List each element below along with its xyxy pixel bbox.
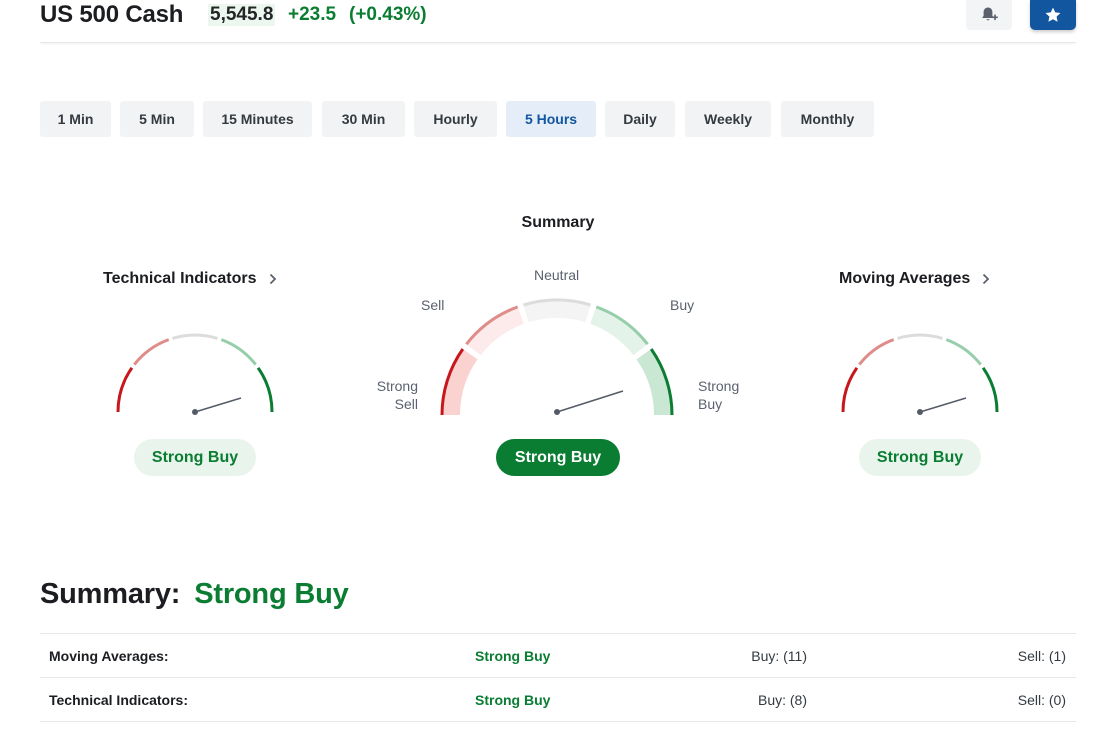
chevron-right-icon	[982, 273, 990, 285]
row-sell-count: Sell: (1)	[1017, 648, 1066, 664]
gauge-arc-neutral	[172, 333, 218, 340]
instrument-header: US 500 Cash 5,545.8 +23.5 (+0.43%)	[40, 0, 1076, 43]
gauge-needle	[194, 397, 242, 413]
gauge-arc-strong-buy	[981, 366, 999, 413]
technical-indicators-title: Technical Indicators	[103, 270, 257, 287]
summary-heading-value: Strong Buy	[194, 578, 349, 610]
row-buy-count: Buy: (8)	[757, 692, 807, 708]
tab-daily[interactable]: Daily	[605, 101, 675, 137]
add-to-watchlist-button[interactable]	[1030, 0, 1076, 30]
add-alert-button[interactable]	[966, 0, 1012, 30]
instrument-title: US 500 Cash	[40, 1, 184, 28]
price-change: +23.5	[288, 4, 337, 25]
technical-indicators-link[interactable]: Technical Indicators	[103, 270, 277, 288]
summary-gauge-title: Summary	[521, 214, 595, 231]
price-change-percent: (+0.43%)	[349, 4, 427, 25]
gauge-band-sell	[466, 306, 524, 356]
gauge-pivot	[554, 409, 560, 415]
tab-monthly[interactable]: Monthly	[781, 101, 874, 137]
moving-averages-result: Strong Buy	[859, 439, 981, 476]
gauge-label-strong-sell: Strong Sell	[374, 377, 418, 413]
moving-averages-link[interactable]: Moving Averages	[839, 270, 990, 288]
row-buy-count: Buy: (11)	[751, 648, 807, 664]
gauge-label-strong-sell-line2: Sell	[394, 396, 418, 412]
gauge-label-strong-sell-line1: Strong	[376, 378, 418, 394]
gauge-pivot	[192, 409, 198, 415]
gauge-label-neutral: Neutral	[534, 267, 580, 283]
gauge-label-strong-buy-line1: Strong	[698, 378, 740, 394]
gauge-needle	[919, 397, 967, 413]
star-icon	[1045, 7, 1061, 22]
gauge-arc-strong-buy	[256, 366, 274, 413]
summary-heading: Summary: Strong Buy	[40, 578, 349, 611]
summary-table: Moving Averages: Strong Buy Buy: (11) Se…	[40, 633, 1076, 722]
gauge-label-strong-buy: Strong Buy	[698, 377, 739, 413]
gauge-arc-buy	[945, 338, 982, 366]
gauge-label-strong-buy-line2: Buy	[698, 396, 723, 412]
technical-indicators-result: Strong Buy	[134, 439, 256, 476]
gauge-arc-neutral	[897, 333, 943, 340]
table-row: Moving Averages: Strong Buy Buy: (11) Se…	[40, 634, 1076, 678]
gauge-arc-strong-sell	[116, 366, 134, 413]
last-price: 5,545.8	[208, 4, 276, 26]
tab-15-minutes[interactable]: 15 Minutes	[203, 101, 312, 137]
summary-heading-label: Summary:	[40, 578, 181, 610]
tab-5-min[interactable]: 5 Min	[120, 101, 194, 137]
tab-hourly[interactable]: Hourly	[414, 101, 497, 137]
gauge-arc-strong-sell	[841, 366, 859, 413]
row-sell-count: Sell: (0)	[1017, 692, 1066, 708]
moving-averages-gauge	[841, 333, 999, 415]
gauge-arc-sell	[133, 338, 170, 366]
summary-gauge	[440, 298, 674, 416]
summary-result: Strong Buy	[496, 439, 620, 476]
table-row: Technical Indicators: Strong Buy Buy: (8…	[40, 678, 1076, 722]
tab-30-min[interactable]: 30 Min	[322, 101, 405, 137]
moving-averages-title: Moving Averages	[839, 270, 971, 287]
gauge-arc-buy	[220, 338, 257, 366]
row-name: Technical Indicators:	[49, 692, 188, 708]
row-signal: Strong Buy	[475, 648, 551, 664]
tab-1-min[interactable]: 1 Min	[40, 101, 111, 137]
gauge-band-buy	[590, 306, 648, 356]
tab-5-hours[interactable]: 5 Hours	[506, 101, 596, 137]
gauge-pivot	[917, 409, 923, 415]
row-name: Moving Averages:	[49, 648, 169, 664]
chevron-right-icon	[269, 273, 277, 285]
gauge-needle	[556, 390, 624, 413]
tab-weekly[interactable]: Weekly	[685, 101, 771, 137]
technical-indicators-gauge	[116, 333, 274, 415]
row-signal: Strong Buy	[475, 692, 551, 708]
gauge-arc-sell	[858, 338, 895, 366]
bell-plus-icon	[982, 7, 998, 21]
